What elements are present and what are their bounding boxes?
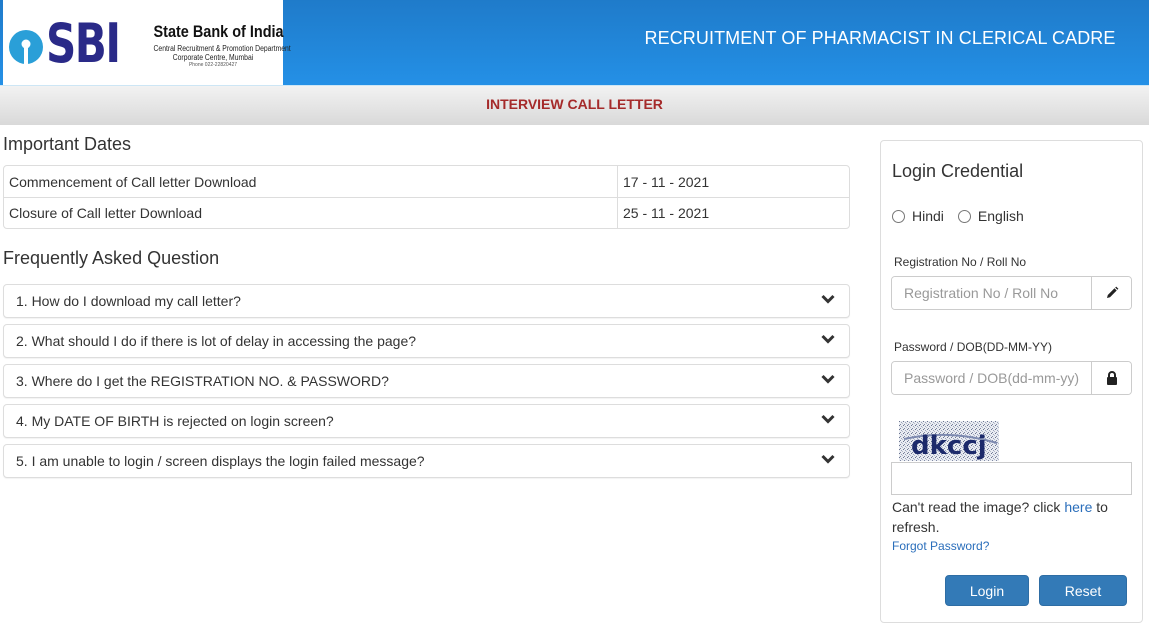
faq-title: Frequently Asked Question xyxy=(3,248,220,268)
captcha-help-text: Can't read the image? click here to refr… xyxy=(892,497,1132,537)
bank-department: Central Recruitment & Promotion Departme… xyxy=(153,44,291,53)
registration-input[interactable] xyxy=(892,277,1091,309)
password-input[interactable] xyxy=(892,362,1091,394)
faq-question: 4. My DATE OF BIRTH is rejected on login… xyxy=(16,413,334,429)
important-dates-title: Important Dates xyxy=(3,134,132,154)
login-title: Login Credential xyxy=(892,161,1024,181)
date-label: Commencement of Call letter Download xyxy=(9,173,257,190)
pencil-icon xyxy=(1091,277,1131,309)
subheader-title: INTERVIEW CALL LETTER xyxy=(486,96,663,112)
radio-hindi[interactable] xyxy=(892,209,905,223)
login-panel: Login Credential Hindi English Registrat… xyxy=(880,140,1143,623)
captcha-refresh-link[interactable]: here xyxy=(1064,499,1092,515)
registration-label: Registration No / Roll No xyxy=(894,255,1027,269)
radio-english[interactable] xyxy=(957,209,971,223)
bank-name-block: State Bank of India Central Recruitment … xyxy=(143,22,291,68)
chevron-down-icon xyxy=(821,374,835,384)
password-label: Password / DOB(DD-MM-YY) xyxy=(894,340,1053,354)
captcha-help-prefix: Can't read the image? click xyxy=(892,499,1065,515)
faq-question: 2. What should I do if there is lot of d… xyxy=(16,333,417,349)
bank-location: Corporate Centre, Mumbai xyxy=(172,53,254,62)
chevron-down-icon xyxy=(821,294,835,304)
faq-item-4[interactable]: 4. My DATE OF BIRTH is rejected on login… xyxy=(3,404,850,438)
table-row: Closure of Call letter Download 25 - 11 … xyxy=(4,197,849,228)
forgot-password-link[interactable]: Forgot Password? xyxy=(892,539,989,553)
password-input-group xyxy=(891,361,1132,395)
faq-question: 3. Where do I get the REGISTRATION NO. &… xyxy=(16,373,389,389)
date-value: 17 - 11 - 2021 xyxy=(617,166,849,197)
faq-item-5[interactable]: 5. I am unable to login / screen display… xyxy=(3,444,850,478)
registration-input-group xyxy=(891,276,1132,310)
sbi-keyhole-icon xyxy=(9,30,43,64)
captcha-image: dkccj xyxy=(899,421,999,461)
faq-item-3[interactable]: 3. Where do I get the REGISTRATION NO. &… xyxy=(3,364,850,398)
radio-english-label[interactable]: English xyxy=(978,208,1024,224)
chevron-down-icon xyxy=(821,334,835,344)
language-selector: Hindi English xyxy=(892,208,1038,224)
faq-item-1[interactable]: 1. How do I download my call letter? xyxy=(3,284,850,318)
sbi-logo: SBI State Bank of India Central Recruitm… xyxy=(3,0,291,85)
date-value: 25 - 11 - 2021 xyxy=(617,197,849,228)
page-title: RECRUITMENT OF PHARMACIST IN CLERICAL CA… xyxy=(644,28,1116,48)
bank-phone: Phone 022-22820427 xyxy=(188,62,238,68)
lock-icon xyxy=(1091,362,1131,394)
faq-question: 5. I am unable to login / screen display… xyxy=(16,453,425,469)
date-label: Closure of Call letter Download xyxy=(4,197,617,228)
reset-button[interactable]: Reset xyxy=(1039,575,1127,606)
captcha-text: dkccj xyxy=(911,431,987,461)
important-dates-table: Commencement of Call letter Download 17 … xyxy=(3,165,850,229)
radio-hindi-label[interactable]: Hindi xyxy=(912,208,944,224)
sbi-logo-text: SBI xyxy=(46,12,121,75)
chevron-down-icon xyxy=(821,414,835,424)
header-banner: SBI State Bank of India Central Recruitm… xyxy=(0,0,1149,85)
bank-name: State Bank of India xyxy=(153,22,284,41)
faq-question: 1. How do I download my call letter? xyxy=(16,293,241,309)
subheader-bar: INTERVIEW CALL LETTER xyxy=(0,85,1149,125)
table-row: Commencement of Call letter Download 17 … xyxy=(4,166,849,197)
chevron-down-icon xyxy=(821,454,835,464)
faq-item-2[interactable]: 2. What should I do if there is lot of d… xyxy=(3,324,850,358)
login-button[interactable]: Login xyxy=(945,575,1029,606)
captcha-input[interactable] xyxy=(891,462,1132,495)
